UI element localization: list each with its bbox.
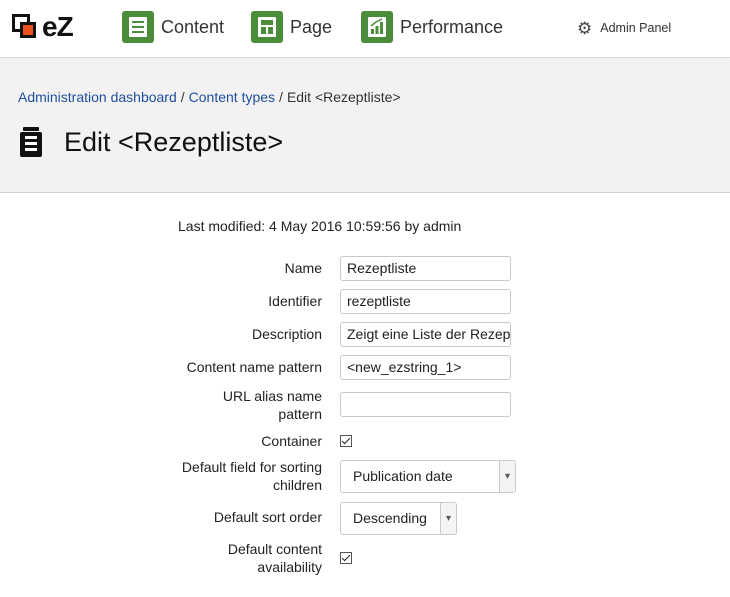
breadcrumb-separator: / — [279, 89, 283, 105]
description-input[interactable]: Zeigt eine Liste der Rezepte — [340, 322, 511, 347]
content-type-icon — [20, 127, 42, 157]
availability-label-line1: Default content — [227, 541, 322, 557]
breadcrumb-separator: / — [180, 89, 185, 105]
document-list-icon — [122, 11, 154, 43]
chart-icon — [361, 11, 393, 43]
sort-order-value: Descending — [353, 510, 427, 526]
sort-order-label: Default sort order — [213, 509, 322, 525]
identifier-input[interactable]: rezeptliste — [340, 289, 511, 314]
sort-field-label: Default field for sorting children — [182, 458, 322, 494]
admin-panel-label: Admin Panel — [600, 21, 672, 35]
logo-text: eZ — [42, 11, 74, 42]
sort-order-select[interactable]: Descending ▾ — [340, 502, 457, 535]
last-modified-text: Last modified: 4 May 2016 10:59:56 by ad… — [178, 218, 462, 234]
container-label: Container — [261, 433, 322, 449]
nav-item-performance[interactable]: Performance — [361, 10, 503, 44]
nav-item-content[interactable]: Content — [122, 10, 224, 44]
url-alias-label-line1: URL alias name — [222, 388, 322, 404]
url-alias-label-line2: pattern — [278, 406, 322, 422]
page-layout-icon — [251, 11, 283, 43]
availability-checkbox[interactable] — [340, 552, 352, 564]
container-checkbox[interactable] — [340, 435, 352, 447]
checkmark-icon — [341, 435, 351, 445]
nav-item-performance-label: Performance — [400, 16, 504, 37]
nav-item-content-label: Content — [161, 16, 225, 37]
breadcrumb-admin-dashboard[interactable]: Administration dashboard — [18, 89, 177, 105]
page-title: Edit <Rezeptliste> — [64, 126, 284, 157]
identifier-label: Identifier — [268, 293, 322, 309]
chevron-down-icon: ▾ — [499, 461, 515, 492]
description-label: Description — [251, 326, 322, 342]
breadcrumb: Administration dashboard / Content types / E… — [18, 89, 401, 105]
availability-label-line2: availability — [257, 559, 322, 575]
breadcrumb-current: Edit <Rezeptliste> — [286, 89, 401, 105]
content-name-pattern-label: Content name pattern — [186, 359, 322, 375]
admin-panel-link[interactable]: ⚙ Admin Panel — [577, 18, 671, 38]
nav-item-page[interactable]: Page — [251, 10, 332, 44]
availability-label: Default content availability — [228, 540, 322, 576]
url-alias-label: URL alias name pattern — [223, 387, 322, 423]
breadcrumb-content-types[interactable]: Content types — [189, 89, 275, 105]
sort-field-value: Publication date — [353, 468, 453, 484]
gear-icon: ⚙ — [577, 18, 593, 38]
ez-logo[interactable]: eZ — [12, 11, 74, 42]
name-label: Name — [284, 260, 322, 276]
url-alias-input[interactable] — [340, 392, 511, 417]
checkmark-icon — [341, 552, 351, 562]
top-navigation: eZ Content Page Performance ⚙ Admin Pane… — [0, 0, 730, 58]
sort-field-label-line1: Default field for sorting — [181, 459, 322, 475]
sort-field-label-line2: children — [272, 477, 322, 493]
page-title-row: Edit <Rezeptliste> — [20, 125, 283, 159]
name-input[interactable]: Rezeptliste — [340, 256, 511, 281]
ez-logo-icon — [12, 14, 40, 40]
content-name-pattern-input[interactable]: <new_ezstring_1> — [340, 355, 511, 380]
chevron-down-icon: ▾ — [440, 503, 456, 534]
nav-item-page-label: Page — [290, 16, 333, 37]
page-header: Administration dashboard / Content types / E… — [0, 59, 730, 193]
sort-field-select[interactable]: Publication date ▾ — [340, 460, 516, 493]
